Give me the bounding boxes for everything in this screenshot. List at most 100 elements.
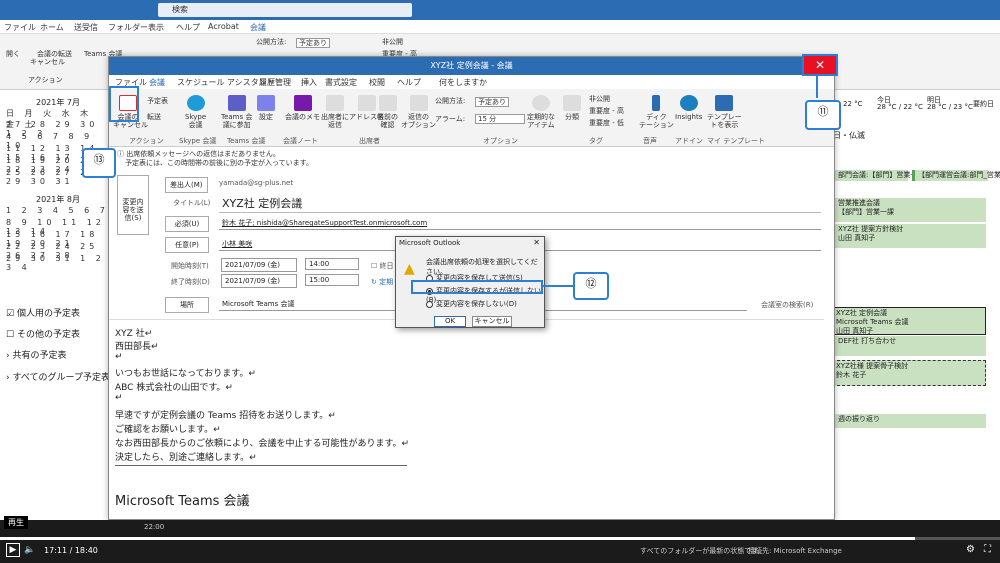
- calendar-button[interactable]: 予定表: [147, 97, 168, 105]
- teams-join-button[interactable]: Teams 会 議に参加: [221, 95, 252, 129]
- label: Insights: [675, 113, 703, 121]
- play-tooltip: 再生: [4, 516, 28, 529]
- bg-action: アクション: [28, 76, 63, 84]
- title-input[interactable]: XYZ社 定例会議: [219, 194, 821, 213]
- tab-insert[interactable]: 挿入: [301, 77, 317, 88]
- from-button[interactable]: 差出人(M): [165, 177, 208, 193]
- dictate-button[interactable]: ディク テーション: [639, 95, 674, 129]
- label: Teams 会 議に参加: [221, 113, 253, 129]
- badge-13: ⑬: [82, 148, 116, 178]
- view-select[interactable]: 要約日: [973, 99, 994, 109]
- label: 会議のメモ: [285, 113, 320, 121]
- recurring-button[interactable]: ↻ 定期: [371, 277, 393, 287]
- menu-sendreceive[interactable]: 送受信: [74, 22, 98, 33]
- event[interactable]: 週の振り返り: [832, 414, 986, 428]
- ok-button[interactable]: OK: [434, 316, 466, 327]
- tab-help[interactable]: ヘルプ: [397, 77, 421, 88]
- response-options-button[interactable]: 返信の オプション: [401, 95, 436, 129]
- event[interactable]: 部門会議:【部門】営業一課: [832, 170, 924, 181]
- message-body[interactable]: XYZ 社↵ 西田部長↵ ↵ いつもお世話になっております。↵ ABC 株式会社…: [109, 319, 824, 509]
- folder-label: 共有の予定表: [12, 351, 67, 361]
- skype-icon: [186, 95, 205, 111]
- end-date-input[interactable]: 2021/07/09 (金): [221, 274, 297, 288]
- check-names-button[interactable]: 名前の 確認: [377, 95, 398, 129]
- teams-heading: Microsoft Teams 会議: [115, 494, 250, 509]
- reply-attendee-button[interactable]: 出席者に 返信: [321, 95, 349, 129]
- teams-icon: [227, 95, 246, 111]
- event[interactable]: 営業推進会議 【部門】営業一課: [832, 198, 986, 222]
- forward-button[interactable]: 転送: [147, 113, 161, 121]
- group-label: オプション: [483, 137, 518, 145]
- showas-select[interactable]: 予定あり: [475, 97, 509, 107]
- optional-button[interactable]: 任意(P): [165, 237, 209, 253]
- calendar-row[interactable]: 29 30 31 1 2 3 4: [6, 254, 110, 272]
- send-update-button[interactable]: 変更内 容を送 信(S): [117, 175, 149, 235]
- menu-acrobat[interactable]: Acrobat: [208, 22, 239, 31]
- bg-private[interactable]: 非公開: [382, 38, 403, 46]
- time-display: 17:11 / 18:40: [44, 546, 98, 555]
- start-time-input[interactable]: 14:00: [305, 258, 359, 270]
- alarm-select[interactable]: 15 分: [475, 114, 525, 124]
- menu-home[interactable]: ホーム: [40, 22, 64, 33]
- folder-other[interactable]: ☐ その他の予定表: [6, 327, 80, 340]
- folder-groups[interactable]: › すべてのグループ予定表: [6, 370, 110, 383]
- event[interactable]: DEF社 打ち合わせ: [832, 336, 986, 356]
- tell-me-input[interactable]: 何をしますか: [439, 77, 487, 88]
- menu-meeting[interactable]: 会議: [250, 22, 266, 33]
- allday-checkbox[interactable]: ☐ 終日: [371, 261, 394, 271]
- template-button[interactable]: テンプレー トを表示: [707, 95, 742, 129]
- play-icon[interactable]: ▶: [6, 543, 20, 557]
- tab-meeting[interactable]: 会議: [149, 77, 165, 88]
- category-icon: [563, 95, 581, 111]
- volume-icon[interactable]: 🔈: [24, 545, 35, 555]
- menu-folder[interactable]: フォルダー: [108, 22, 148, 33]
- search-input[interactable]: 検索: [158, 3, 412, 17]
- high-importance-button[interactable]: 重要度 - 高: [589, 107, 624, 115]
- fullscreen-icon[interactable]: ⛶: [984, 544, 991, 555]
- body-line: いつもお世話になっております。↵: [115, 369, 256, 379]
- label: 分類: [565, 113, 579, 121]
- bg-open[interactable]: 開く: [6, 50, 20, 58]
- cancel-button[interactable]: キャンセル: [472, 316, 512, 327]
- required-input[interactable]: 鈴木 花子; nishida@SharegateSupportTest.onmi…: [219, 217, 821, 230]
- insights-button[interactable]: Insights: [675, 95, 702, 121]
- menu-help[interactable]: ヘルプ: [176, 22, 200, 33]
- meeting-note-button[interactable]: 会議のメモ: [285, 95, 320, 121]
- bg-showas[interactable]: 予定あり: [296, 38, 330, 48]
- event[interactable]: XYZ社様 提案骨子検討 鈴木 花子: [832, 360, 986, 386]
- event[interactable]: 【部門運営会議:部門_営業: [912, 170, 1000, 181]
- gear-icon[interactable]: ⚙: [966, 544, 975, 555]
- close-icon[interactable]: ✕: [533, 238, 540, 247]
- calendar-row[interactable]: 1 2 3 4 5 6 7: [6, 206, 109, 215]
- tab-history[interactable]: 履歴管理: [259, 77, 291, 88]
- callout-line-12: [543, 285, 573, 287]
- label: 出席者に 返信: [321, 113, 349, 129]
- radio-nosave[interactable]: 変更内容を保存しない(D): [426, 299, 517, 309]
- room-finder-button[interactable]: 会議室の検索(R): [761, 300, 813, 310]
- low-importance-button[interactable]: 重要度 - 低: [589, 119, 624, 127]
- folder-shared[interactable]: › 共有の予定表: [6, 348, 66, 361]
- recurrence-button[interactable]: 定期的な アイテム: [527, 95, 555, 129]
- folder-label: すべてのグループ予定表: [12, 373, 110, 383]
- info-text: 出席依頼メッセージへの返信はまだありません。: [126, 150, 280, 158]
- bg-forward[interactable]: 転送: [58, 50, 72, 58]
- folder-personal[interactable]: ☑ 個人用の予定表: [6, 306, 80, 319]
- badge-12: ⑫: [573, 272, 609, 300]
- end-time-input[interactable]: 15:00: [305, 274, 359, 286]
- label: 終日: [379, 262, 394, 270]
- start-date-input[interactable]: 2021/07/09 (金): [221, 258, 297, 272]
- category-button[interactable]: 分類: [563, 95, 581, 121]
- menu-file[interactable]: ファイル: [4, 22, 36, 33]
- menu-view[interactable]: 表示: [148, 22, 164, 33]
- callout-box-12: [411, 280, 543, 294]
- skype-button[interactable]: Skype 会議: [185, 95, 206, 129]
- tab-format[interactable]: 書式設定: [325, 77, 357, 88]
- settings-button[interactable]: 設定: [257, 95, 275, 121]
- time-slot: 22:00: [144, 523, 165, 531]
- tab-review[interactable]: 校閲: [369, 77, 385, 88]
- event[interactable]: XYZ社 提案方針検討 山田 真知子: [832, 224, 986, 248]
- private-button[interactable]: 非公開: [589, 95, 610, 103]
- required-button[interactable]: 必須(U): [165, 216, 209, 232]
- location-button[interactable]: 場所: [165, 297, 209, 313]
- event[interactable]: XYZ社 定例会議 Microsoft Teams 会議 山田 真知子: [832, 307, 986, 335]
